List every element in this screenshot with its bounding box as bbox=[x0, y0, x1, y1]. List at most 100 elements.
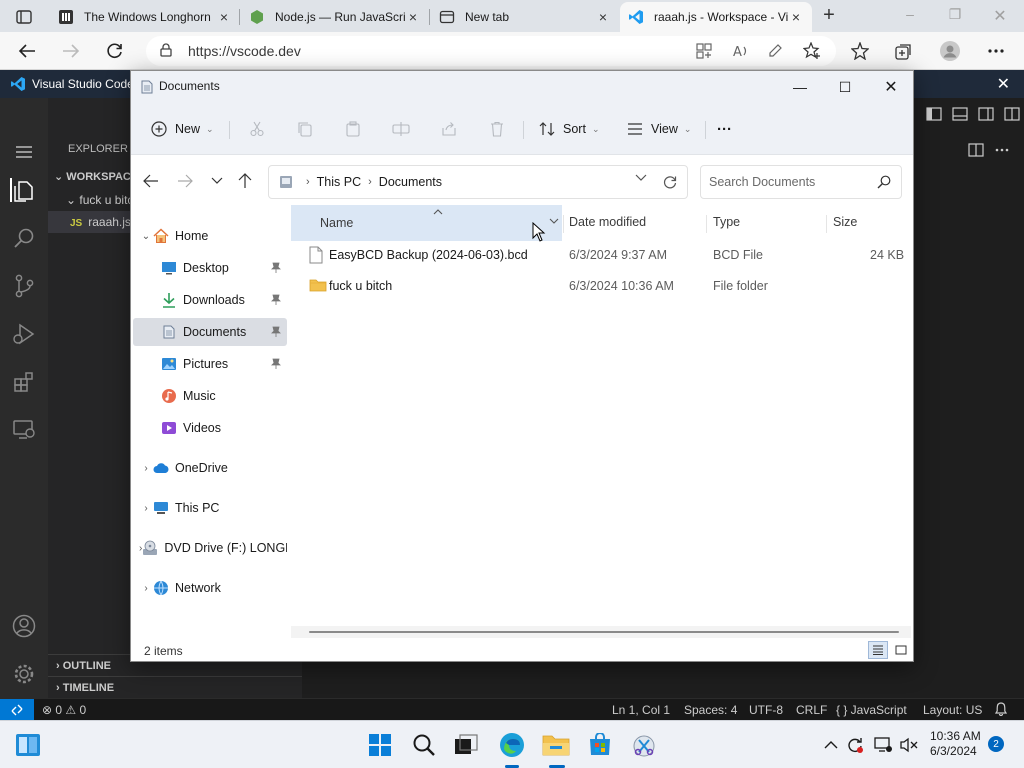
column-header-date-modified[interactable]: Date modified bbox=[569, 215, 646, 229]
keyboard-layout[interactable]: Layout: US bbox=[923, 703, 982, 717]
column-header-size[interactable]: Size bbox=[833, 215, 857, 229]
minimize-button[interactable]: — bbox=[788, 77, 812, 97]
refresh-icon[interactable] bbox=[661, 173, 679, 191]
new-button[interactable]: New ⌄ bbox=[151, 119, 214, 139]
run-debug-icon[interactable] bbox=[12, 322, 36, 346]
volume-muted-icon[interactable] bbox=[900, 736, 918, 754]
browser-tab-active[interactable]: raaah.js - Workspace - Visual Studio Cod… bbox=[620, 2, 812, 32]
collapsed-chevron-icon[interactable]: › bbox=[139, 503, 153, 514]
nav-item-network[interactable]: › Network bbox=[131, 574, 287, 602]
split-editor-icon[interactable] bbox=[966, 140, 986, 160]
breadcrumb-this-pc[interactable]: This PC bbox=[317, 175, 361, 189]
breadcrumb-documents[interactable]: Documents bbox=[379, 175, 442, 189]
browser-minimize-button[interactable]: – bbox=[900, 6, 920, 26]
tab-close-icon[interactable]: × bbox=[216, 9, 232, 25]
breadcrumb[interactable]: › This PC › Documents bbox=[268, 165, 688, 199]
collections-icon[interactable] bbox=[894, 41, 914, 61]
file-explorer-icon[interactable] bbox=[542, 731, 570, 759]
notification-badge[interactable]: 2 bbox=[988, 736, 1004, 752]
nav-item-dvd-drive[interactable]: › DVD Drive (F:) LONGHORN bbox=[131, 534, 287, 562]
browser-tab[interactable]: The Windows Longhorn × bbox=[50, 2, 240, 32]
back-arrow-icon[interactable] bbox=[16, 40, 38, 62]
encoding[interactable]: UTF-8 bbox=[749, 703, 783, 717]
maximize-button[interactable]: ☐ bbox=[833, 77, 857, 97]
browser-restore-button[interactable]: ❐ bbox=[945, 6, 965, 26]
column-divider[interactable] bbox=[706, 215, 707, 233]
column-filter-chevron-icon[interactable] bbox=[549, 216, 559, 227]
nav-item-videos[interactable]: Videos bbox=[131, 414, 287, 442]
large-icons-view-icon[interactable] bbox=[891, 641, 911, 659]
network-status-icon[interactable] bbox=[874, 736, 892, 754]
column-divider[interactable] bbox=[563, 215, 564, 233]
widgets-icon[interactable] bbox=[14, 731, 42, 759]
column-header-type[interactable]: Type bbox=[713, 215, 740, 229]
favorites-icon[interactable] bbox=[850, 41, 870, 61]
tab-close-icon[interactable]: × bbox=[405, 9, 421, 25]
browser-tab[interactable]: Node.js — Run JavaScript × bbox=[241, 2, 429, 32]
forward-arrow-icon[interactable] bbox=[175, 171, 195, 191]
share-icon[interactable] bbox=[439, 119, 459, 139]
pin-icon[interactable] bbox=[271, 294, 281, 309]
pin-icon[interactable] bbox=[271, 262, 281, 277]
notifications-bell-icon[interactable] bbox=[994, 702, 1008, 719]
close-button[interactable]: ✕ bbox=[879, 77, 903, 97]
profile-avatar-icon[interactable] bbox=[940, 41, 960, 61]
copy-icon[interactable] bbox=[295, 119, 315, 139]
more-options-button[interactable]: ··· bbox=[717, 119, 732, 139]
language-mode[interactable]: { } JavaScript bbox=[836, 703, 907, 717]
address-history-chevron-icon[interactable] bbox=[635, 174, 647, 185]
nav-item-downloads[interactable]: Downloads bbox=[131, 286, 287, 314]
accounts-icon[interactable] bbox=[12, 614, 36, 638]
file-row[interactable]: EasyBCD Backup (2024-06-03).bcd 6/3/2024… bbox=[291, 240, 911, 270]
app-available-icon[interactable] bbox=[694, 41, 714, 61]
snipping-tool-icon[interactable] bbox=[630, 731, 658, 759]
collapsed-chevron-icon[interactable]: › bbox=[139, 583, 153, 594]
end-of-line[interactable]: CRLF bbox=[796, 703, 827, 717]
source-control-icon[interactable] bbox=[12, 274, 36, 298]
edit-icon[interactable] bbox=[765, 41, 785, 61]
column-header-name[interactable]: Name bbox=[291, 205, 562, 241]
browser-tab[interactable]: New tab × bbox=[431, 2, 619, 32]
nav-item-home[interactable]: ⌄ Home bbox=[131, 222, 287, 250]
explorer-files-icon[interactable] bbox=[10, 178, 34, 202]
sort-button[interactable]: Sort ⌄ bbox=[539, 119, 599, 139]
menu-icon[interactable] bbox=[12, 140, 36, 164]
tab-close-icon[interactable]: × bbox=[788, 9, 804, 25]
tab-close-icon[interactable]: × bbox=[595, 9, 611, 25]
microsoft-store-icon[interactable] bbox=[586, 731, 614, 759]
search-icon[interactable] bbox=[410, 731, 438, 759]
up-arrow-icon[interactable] bbox=[235, 171, 255, 191]
nav-item-onedrive[interactable]: › OneDrive bbox=[131, 454, 287, 482]
search-input[interactable]: Search Documents bbox=[700, 165, 902, 199]
pin-icon[interactable] bbox=[271, 326, 281, 341]
remote-explorer-icon[interactable] bbox=[12, 418, 36, 442]
paste-icon[interactable] bbox=[343, 119, 363, 139]
toggle-panel-icon[interactable] bbox=[950, 104, 970, 124]
tab-actions-icon[interactable] bbox=[10, 6, 38, 28]
vscode-close-button[interactable]: ✕ bbox=[997, 74, 1010, 94]
view-button[interactable]: View ⌄ bbox=[627, 119, 691, 139]
indentation[interactable]: Spaces: 4 bbox=[684, 703, 737, 717]
more-actions-icon[interactable] bbox=[992, 140, 1012, 160]
folder-item[interactable]: ⌄ fuck u bitch bbox=[66, 193, 140, 207]
sync-status-icon[interactable] bbox=[846, 736, 864, 754]
delete-icon[interactable] bbox=[487, 119, 507, 139]
search-icon[interactable] bbox=[12, 226, 36, 250]
rename-icon[interactable] bbox=[391, 119, 411, 139]
extensions-icon[interactable] bbox=[12, 370, 36, 394]
workspace-section[interactable]: ⌄ WORKSPACE bbox=[54, 170, 138, 183]
scrollbar-thumb[interactable] bbox=[309, 631, 899, 633]
show-hidden-icons-chevron-icon[interactable] bbox=[822, 736, 840, 754]
read-aloud-icon[interactable]: A bbox=[730, 41, 750, 61]
problems-count[interactable]: ⊗ 0 ⚠ 0 bbox=[42, 703, 86, 717]
toggle-sidebar-icon[interactable] bbox=[924, 104, 944, 124]
nav-item-music[interactable]: Music bbox=[131, 382, 287, 410]
recent-locations-chevron-icon[interactable] bbox=[207, 171, 227, 191]
toggle-secondary-sidebar-icon[interactable] bbox=[976, 104, 996, 124]
add-favorite-icon[interactable] bbox=[802, 41, 822, 61]
timeline-section[interactable]: › TIMELINE bbox=[48, 676, 302, 698]
cursor-position[interactable]: Ln 1, Col 1 bbox=[612, 703, 670, 717]
remote-indicator-icon[interactable] bbox=[0, 699, 34, 721]
column-divider[interactable] bbox=[826, 215, 827, 233]
task-view-icon[interactable] bbox=[452, 731, 480, 759]
